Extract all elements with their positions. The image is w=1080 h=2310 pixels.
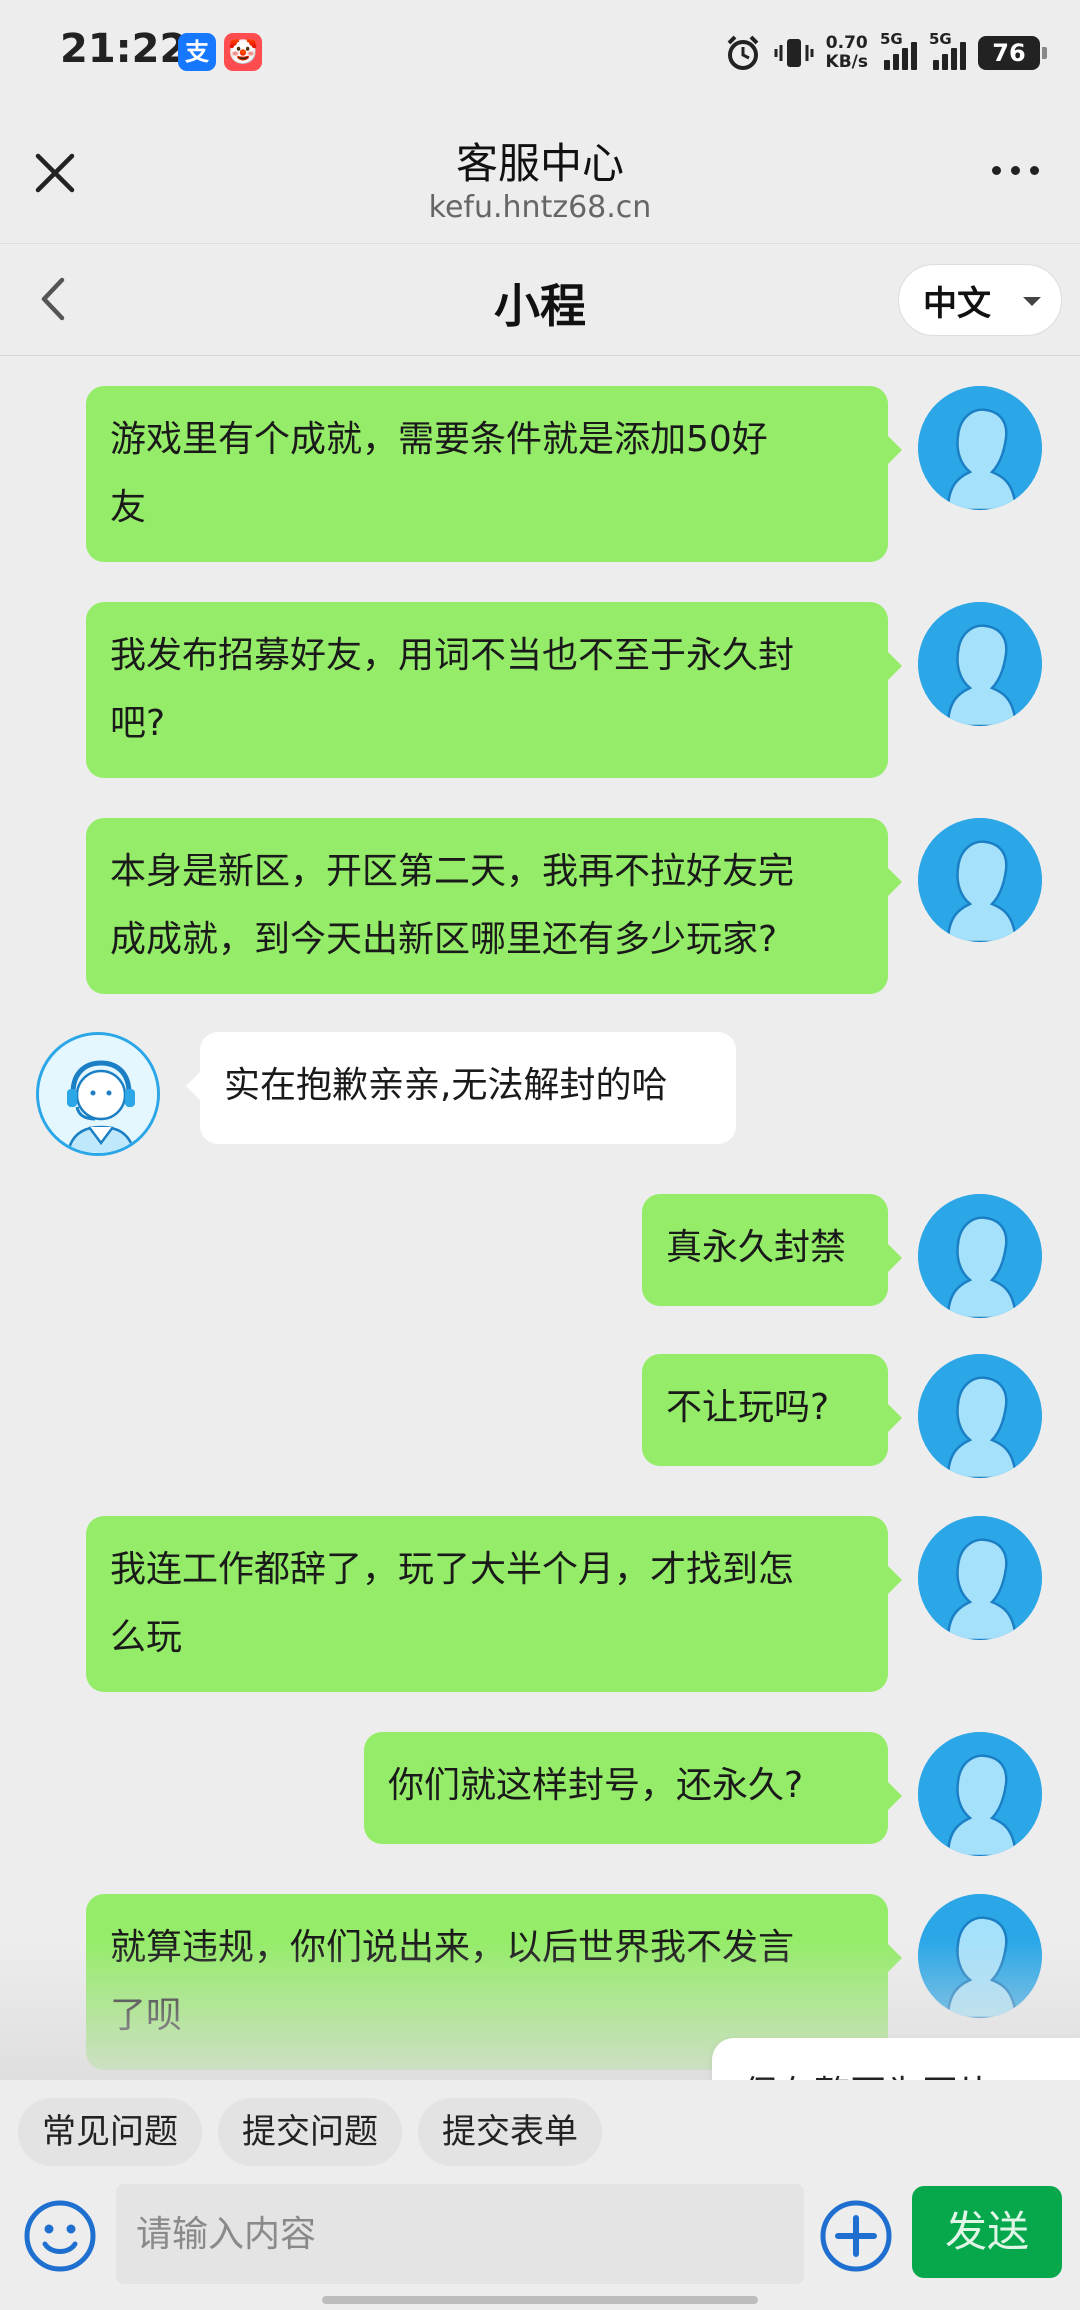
vibrate-icon: [774, 39, 814, 67]
quick-action-submit-form[interactable]: 提交表单: [418, 2098, 602, 2166]
message-text-line: 吧?: [110, 703, 166, 744]
message-text-line: 你们就这样封号，还永久?: [388, 1765, 804, 1806]
user-message-bubble[interactable]: 你们就这样封号，还永久?: [364, 1732, 902, 1844]
caret-down-icon: [1023, 297, 1041, 306]
language-select-value: 中文: [923, 283, 991, 324]
user-avatar-icon: [918, 1354, 1042, 1478]
user-avatar[interactable]: [918, 386, 1042, 510]
agent-message-bubble[interactable]: 实在抱歉亲亲,无法解封的哈: [186, 1032, 736, 1144]
home-indicator[interactable]: [322, 2296, 758, 2304]
language-select[interactable]: 中文: [898, 264, 1062, 336]
alarm-icon: [727, 35, 758, 70]
chat-header: 小程 中文: [0, 244, 1080, 356]
quick-action-submit-question[interactable]: 提交问题: [218, 2098, 402, 2166]
user-avatar-icon: [918, 1194, 1042, 1318]
message-text-line: 不让玩吗?: [666, 1387, 830, 1428]
message-text-line: 本身是新区，开区第二天，我再不拉好友完: [110, 851, 795, 892]
message-text-line: 我连工作都辞了，玩了大半个月，才找到怎: [110, 1549, 795, 1590]
app-notification-icon: 🤡: [224, 33, 262, 71]
page-url: kefu.hntz68.cn: [428, 190, 652, 225]
battery-icon: 76: [978, 36, 1047, 70]
network-speed: 0.70 KB/s: [826, 34, 868, 72]
user-avatar-icon: [918, 818, 1042, 942]
message-text-line: 友: [110, 487, 147, 528]
status-bar: 21:22 支 🤡 0.70 KB/s 5G 5G 76: [0, 0, 1080, 100]
input-bar: 发送: [0, 2180, 1080, 2310]
agent-avatar[interactable]: [36, 1032, 160, 1156]
add-attachment-icon[interactable]: [818, 2198, 894, 2274]
message-text-line: 成成就，到今天出新区哪里还有多少玩家?: [110, 919, 778, 960]
message-text-line: 真永久封禁: [666, 1227, 847, 1268]
signal-icon: 5G: [880, 30, 917, 70]
more-dot-icon: [1029, 165, 1039, 175]
network-speed-unit: KB/s: [825, 52, 868, 72]
user-avatar-icon: [918, 1516, 1042, 1640]
alipay-notification-icon: 支: [178, 33, 216, 71]
user-avatar[interactable]: [918, 1194, 1042, 1318]
network-speed-value: 0.70: [825, 33, 868, 53]
message-list[interactable]: 游戏里有个成就，需要条件就是添加50好 友 我发布招募好友，用词不当也不至于永久…: [0, 356, 1080, 2076]
message-input[interactable]: [116, 2184, 804, 2284]
message-text-line: 实在抱歉亲亲,无法解封的哈: [224, 1065, 668, 1106]
network-type-label: 5G: [880, 30, 903, 48]
user-avatar[interactable]: [918, 818, 1042, 942]
signal-icon-2: 5G: [929, 30, 966, 70]
user-message-bubble[interactable]: 不让玩吗?: [642, 1354, 902, 1466]
emoji-icon[interactable]: [22, 2198, 98, 2274]
message-text-line: 么玩: [110, 1617, 183, 1658]
network-type-label-2: 5G: [929, 30, 952, 48]
more-dot-icon: [991, 165, 1001, 175]
user-avatar-icon: [918, 602, 1042, 726]
user-avatar[interactable]: [918, 602, 1042, 726]
user-avatar-icon: [918, 1732, 1042, 1856]
send-button[interactable]: 发送: [912, 2186, 1062, 2278]
user-message-bubble[interactable]: 本身是新区，开区第二天，我再不拉好友完 成成就，到今天出新区哪里还有多少玩家?: [86, 818, 902, 994]
user-message-bubble[interactable]: 游戏里有个成就，需要条件就是添加50好 友: [86, 386, 902, 562]
status-indicators: 0.70 KB/s 5G 5G 76: [724, 28, 1047, 78]
user-message-bubble[interactable]: 我连工作都辞了，玩了大半个月，才找到怎 么玩: [86, 1516, 902, 1692]
user-message-bubble[interactable]: 我发布招募好友，用词不当也不至于永久封 吧?: [86, 602, 902, 778]
user-avatar-icon: [918, 386, 1042, 510]
more-options-button[interactable]: [980, 150, 1050, 190]
user-avatar[interactable]: [918, 1516, 1042, 1640]
user-message-bubble[interactable]: 真永久封禁: [642, 1194, 902, 1306]
page-title: 客服中心: [455, 139, 624, 188]
user-avatar[interactable]: [918, 1354, 1042, 1478]
browser-header: 客服中心 kefu.hntz68.cn: [0, 100, 1080, 244]
quick-action-faq[interactable]: 常见问题: [18, 2098, 202, 2166]
message-text-line: 我发布招募好友，用词不当也不至于永久封: [110, 635, 795, 676]
user-avatar[interactable]: [918, 1732, 1042, 1856]
more-dot-icon: [1010, 165, 1020, 175]
status-time: 21:22: [60, 26, 188, 72]
message-text-line: 游戏里有个成就，需要条件就是添加50好: [110, 419, 768, 460]
customer-service-agent-icon: [39, 1035, 157, 1153]
quick-action-bar: 常见问题 提交问题 提交表单: [0, 2080, 1080, 2180]
